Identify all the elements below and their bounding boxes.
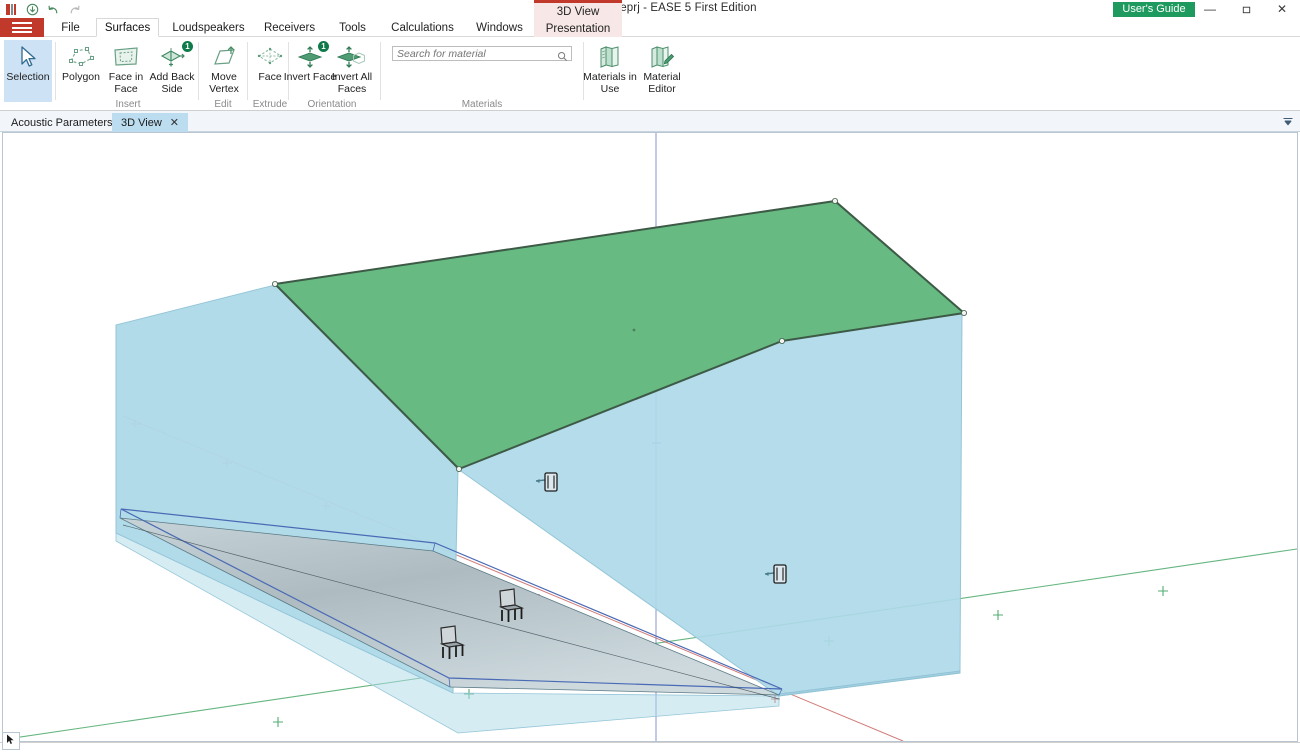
menu-tab-calculations[interactable]: Calculations xyxy=(383,18,462,37)
title-bar: Auditorium, SI.eprj - EASE 5 First Editi… xyxy=(0,0,1300,18)
menu-tab-strip: File Surfaces Loudspeakers Receivers Too… xyxy=(0,18,1300,37)
3d-scene[interactable] xyxy=(3,133,1297,741)
menu-tab-presentation[interactable]: Presentation xyxy=(534,23,622,35)
contextual-tab-group-3d-view: 3D View Presentation xyxy=(534,0,622,37)
menu-tab-surfaces[interactable]: Surfaces xyxy=(96,18,159,37)
tab-list-icon[interactable] xyxy=(1282,115,1294,133)
users-guide-button[interactable]: User's Guide xyxy=(1113,2,1195,17)
invert-all-faces-button-label: Invert All Faces xyxy=(331,71,373,95)
close-button[interactable]: ✕ xyxy=(1265,0,1299,18)
close-icon[interactable]: ✕ xyxy=(170,116,179,129)
document-tab-label: 3D View xyxy=(121,116,162,129)
add-back-side-button-label: Add Back Side xyxy=(149,71,195,95)
selection-button[interactable]: Selection xyxy=(4,40,52,102)
3d-model-viewport[interactable] xyxy=(2,132,1298,742)
search-icon[interactable] xyxy=(557,49,568,67)
material-search-input[interactable] xyxy=(397,47,547,60)
invert-face-button[interactable]: 1 Invert Face xyxy=(284,40,336,102)
contextual-group-title: 3D View xyxy=(556,6,600,18)
menu-tab-receivers[interactable]: Receivers xyxy=(258,18,321,37)
materials-books-icon xyxy=(597,43,623,71)
selection-button-label: Selection xyxy=(6,71,50,83)
material-editor-button[interactable]: Material Editor xyxy=(640,40,684,102)
maximize-button[interactable] xyxy=(1229,0,1263,18)
cursor-arrow-icon xyxy=(6,732,16,750)
add-back-side-button[interactable]: 1 Add Back Side xyxy=(150,40,194,102)
document-tab-3d-view[interactable]: 3D View ✕ xyxy=(112,113,188,132)
document-tab-bar: Acoustic Parameters 3D View ✕ xyxy=(0,111,1300,132)
materials-in-use-button[interactable]: Materials in Use xyxy=(583,40,637,102)
invert-face-badge: 1 xyxy=(318,41,329,52)
polygon-button[interactable]: Polygon xyxy=(58,40,104,102)
face-in-face-icon xyxy=(112,43,140,71)
extrude-face-icon xyxy=(256,43,284,71)
minimize-button[interactable]: — xyxy=(1193,0,1227,18)
document-tab-acoustic-parameters[interactable]: Acoustic Parameters xyxy=(2,113,121,132)
window-title: Auditorium, SI.eprj - EASE 5 First Editi… xyxy=(543,2,757,14)
ribbon-separator xyxy=(55,42,56,100)
ease-main-window: Auditorium, SI.eprj - EASE 5 First Editi… xyxy=(0,0,1300,756)
status-cursor-cell[interactable] xyxy=(2,732,20,750)
ribbon: Selection Insert Polygon Face in Face 1 … xyxy=(0,37,1300,111)
menu-tab-tools[interactable]: Tools xyxy=(330,18,375,37)
face-in-face-button[interactable]: Face in Face xyxy=(104,40,148,102)
menu-tab-loudspeakers[interactable]: Loudspeakers xyxy=(166,18,251,37)
status-bar xyxy=(0,732,1300,756)
cursor-arrow-icon xyxy=(17,43,39,71)
ribbon-group-materials-label: Materials xyxy=(461,99,503,110)
scene-marker-dot xyxy=(632,328,636,332)
materials-in-use-button-label: Materials in Use xyxy=(583,71,637,95)
move-vertex-icon xyxy=(210,43,238,71)
document-tab-label: Acoustic Parameters xyxy=(11,116,113,129)
polygon-icon xyxy=(67,43,95,71)
material-editor-button-label: Material Editor xyxy=(643,71,681,95)
invert-all-faces-button[interactable]: Invert All Faces xyxy=(331,40,373,102)
material-editor-icon xyxy=(649,43,675,71)
move-vertex-button[interactable]: Move Vertex xyxy=(202,40,246,102)
menu-tab-file[interactable]: File xyxy=(54,18,87,37)
ribbon-separator xyxy=(380,42,381,100)
application-menu-button[interactable] xyxy=(0,18,44,37)
menu-tab-windows[interactable]: Windows xyxy=(469,18,530,37)
invert-all-faces-icon xyxy=(337,43,367,71)
add-back-side-badge: 1 xyxy=(182,41,193,52)
material-search-box[interactable] xyxy=(392,46,572,62)
